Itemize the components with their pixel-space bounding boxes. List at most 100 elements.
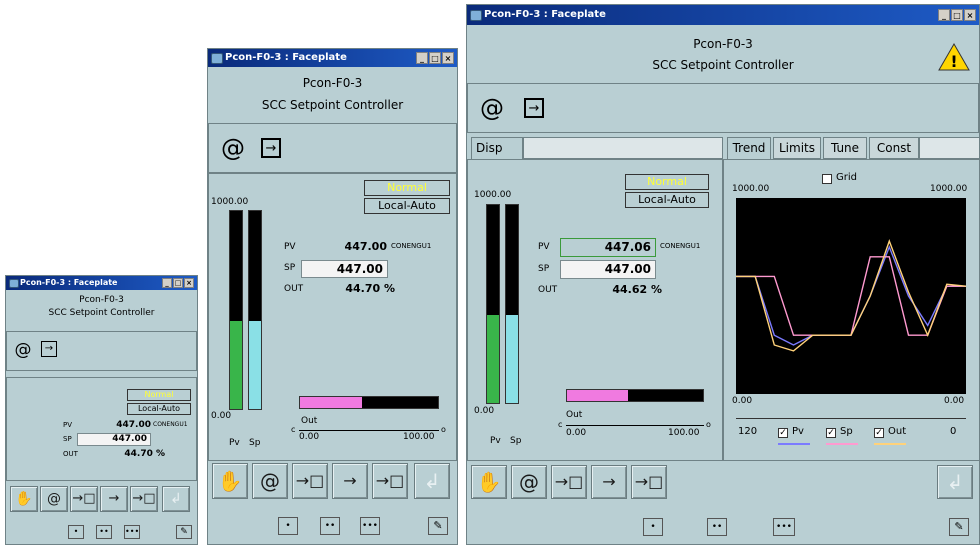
tag-name: Pcon-F0-3: [693, 37, 753, 51]
sp-bar-label: Sp: [249, 438, 261, 448]
display-pane: 1000.00 0.00 Pv Sp Normal Local-Auto PV …: [208, 173, 457, 461]
manual-hand-button[interactable]: ✋: [212, 463, 248, 499]
display-pane: Normal Local-Auto PV 447.00 CONENGU1 SP …: [6, 377, 197, 481]
view-large-button[interactable]: •••: [124, 525, 140, 539]
manual-hand-button[interactable]: ✋: [471, 465, 507, 499]
maximize-button[interactable]: □: [951, 9, 963, 21]
auto-swirl-button[interactable]: @: [252, 463, 288, 499]
view-medium-button[interactable]: ••: [96, 525, 112, 539]
enter-icon[interactable]: →: [524, 98, 544, 118]
sp-bar-fill: [249, 320, 261, 409]
trend-y-max-left: 1000.00: [732, 184, 770, 194]
pin-button[interactable]: ✎: [176, 525, 192, 539]
enter-button[interactable]: →: [332, 463, 368, 499]
out-value: 44.70 %: [345, 282, 395, 295]
out-c-marker: c: [558, 420, 563, 429]
cascade-button[interactable]: →□: [372, 463, 408, 499]
scale-min: 0.00: [474, 406, 495, 416]
view-small-button[interactable]: •: [643, 518, 663, 536]
local-setpoint-button[interactable]: →□: [551, 465, 587, 499]
app-icon: [470, 10, 482, 21]
enter-button[interactable]: →: [100, 486, 128, 512]
faceplate-swirl-icon[interactable]: @: [478, 94, 506, 122]
tab-trend[interactable]: Trend: [727, 137, 771, 159]
pv-value: 447.00: [344, 240, 387, 253]
grid-checkbox[interactable]: [822, 174, 832, 184]
local-setpoint-button[interactable]: →□: [292, 463, 328, 499]
local-setpoint-button[interactable]: →□: [70, 486, 98, 512]
title-bar[interactable]: Pcon-F0-3 : Faceplate _ □ ×: [6, 276, 197, 290]
legend-out-swatch: [874, 443, 906, 445]
window-title: Pcon-F0-3 : Faceplate: [484, 9, 606, 20]
out-scale-line: [566, 425, 704, 426]
out-c-marker: c: [291, 425, 296, 434]
legend-sp-checkbox[interactable]: ✓: [826, 428, 836, 438]
tab-disp[interactable]: Disp: [471, 137, 523, 159]
return-button[interactable]: ↲: [414, 463, 450, 499]
warning-icon: !: [938, 42, 970, 71]
title-bar[interactable]: Pcon-F0-3 : Faceplate _ □ ×: [208, 49, 457, 67]
tab-tune[interactable]: Tune: [823, 137, 867, 159]
minimize-button[interactable]: _: [938, 9, 950, 21]
return-button[interactable]: ↲: [937, 465, 973, 499]
view-large-button[interactable]: •••: [773, 518, 795, 536]
sp-bar-fill: [506, 314, 518, 403]
sp-value-field[interactable]: 447.00: [301, 260, 388, 278]
pv-bar-fill: [230, 320, 242, 409]
view-small-button[interactable]: •: [278, 517, 298, 535]
mode-status[interactable]: Local-Auto: [127, 403, 191, 415]
out-max: 100.00: [403, 432, 435, 442]
tab-const[interactable]: Const: [869, 137, 919, 159]
minimize-button[interactable]: _: [416, 52, 428, 64]
pv-bar: [229, 210, 243, 410]
tab-limits[interactable]: Limits: [773, 137, 821, 159]
enter-icon[interactable]: →: [41, 341, 57, 357]
view-small-button[interactable]: •: [68, 525, 84, 539]
pin-button[interactable]: ✎: [949, 518, 969, 536]
cascade-button[interactable]: →□: [130, 486, 158, 512]
view-size-bar: • •• ••• ✎: [6, 519, 197, 543]
out-bar-label: Out: [566, 410, 583, 420]
minimize-button[interactable]: _: [162, 278, 172, 288]
pv-label: PV: [284, 242, 296, 252]
command-toolbar: ✋ @ →□ → →□ ↲: [467, 463, 979, 503]
mode-status[interactable]: Local-Auto: [364, 198, 450, 214]
out-bar-fill: [567, 390, 628, 401]
auto-swirl-button[interactable]: @: [511, 465, 547, 499]
trend-x-left: 120: [738, 426, 758, 437]
close-button[interactable]: ×: [442, 52, 454, 64]
icon-toolbar: @ →: [208, 123, 457, 173]
view-medium-button[interactable]: ••: [707, 518, 727, 536]
sp-value-field[interactable]: 447.00: [77, 433, 151, 446]
auto-swirl-button[interactable]: @: [40, 486, 68, 512]
manual-hand-button[interactable]: ✋: [10, 486, 38, 512]
view-size-bar: • •• ••• ✎: [208, 509, 457, 543]
mode-status[interactable]: Local-Auto: [625, 192, 709, 208]
out-value: 44.62 %: [612, 283, 662, 296]
pin-button[interactable]: ✎: [428, 517, 448, 535]
view-large-button[interactable]: •••: [360, 517, 380, 535]
legend-pv-checkbox[interactable]: ✓: [778, 428, 788, 438]
app-icon: [9, 279, 19, 288]
enter-icon[interactable]: →: [261, 138, 281, 158]
legend-out-checkbox[interactable]: ✓: [874, 428, 884, 438]
close-button[interactable]: ×: [964, 9, 976, 21]
icon-toolbar: @ →: [467, 83, 979, 133]
faceplate-window-small: Pcon-F0-3 : Faceplate _ □ × Pcon-F0-3 SC…: [5, 275, 198, 545]
maximize-button[interactable]: □: [429, 52, 441, 64]
command-toolbar: ✋ @ →□ → →□ ↲: [6, 486, 197, 516]
faceplate-swirl-icon[interactable]: @: [219, 134, 247, 162]
view-medium-button[interactable]: ••: [320, 517, 340, 535]
cascade-button[interactable]: →□: [631, 465, 667, 499]
scale-max: 1000.00: [474, 190, 512, 200]
out-bar: [299, 396, 439, 409]
close-button[interactable]: ×: [184, 278, 194, 288]
trend-y-min-right: 0.00: [944, 396, 965, 406]
return-button[interactable]: ↲: [162, 486, 190, 512]
enter-button[interactable]: →: [591, 465, 627, 499]
title-bar[interactable]: Pcon-F0-3 : Faceplate _ □ ×: [467, 5, 979, 25]
sp-value-field[interactable]: 447.00: [560, 260, 656, 279]
maximize-button[interactable]: □: [173, 278, 183, 288]
out-bar-fill: [300, 397, 362, 408]
faceplate-swirl-icon[interactable]: @: [13, 340, 33, 360]
